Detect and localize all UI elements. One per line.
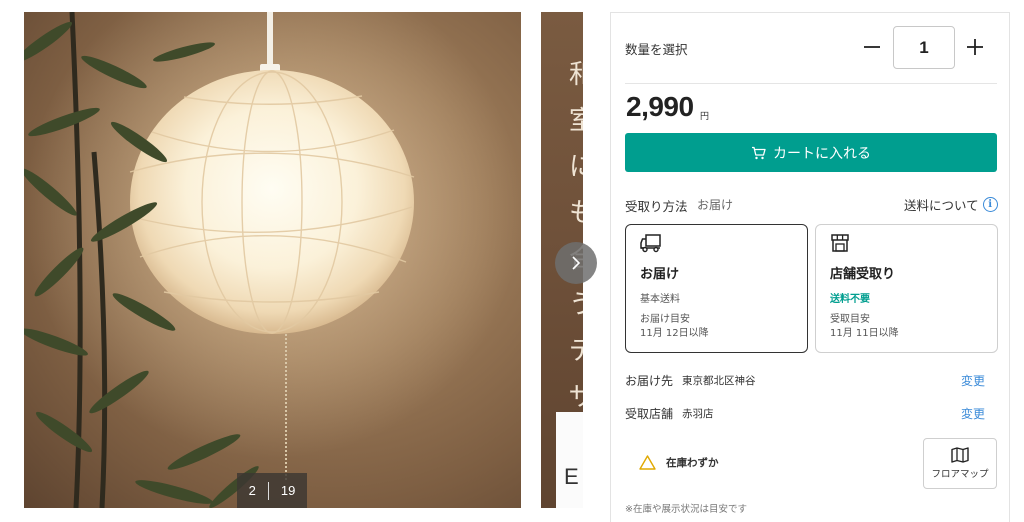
destination-label: お届け先 [625,374,674,388]
store-pickup-option-fee: 送料不要 [830,294,870,305]
quantity-decrease-button[interactable] [860,35,884,59]
destination-value: 東京都北区神谷 [682,375,756,387]
floor-map-label: フロアマップ [931,469,989,480]
lantern-photo-illustration [24,12,521,508]
stock-status: 在庫わずか [639,455,719,470]
delivery-option-card[interactable]: お届け 基本送料 お届け目安 11月 12日以降 [625,224,808,353]
next-photo-card-text: E [564,464,579,489]
next-photo-card: E [556,412,583,508]
add-to-cart-label: カートに入れる [773,145,871,162]
cart-icon [752,146,766,159]
delivery-eta-label: お届け目安 [640,314,690,325]
store-icon [830,233,850,257]
stock-disclaimer: ※在庫や展示状況は目安です [625,504,747,515]
product-image-gallery: 和室にも合うデザイン E 2 19 [0,0,600,522]
shipping-info-link[interactable]: 送料について i [904,195,998,214]
store-pickup-option-card[interactable]: 店舗受取り 送料不要 受取目安 11月 11日以降 [815,224,998,353]
image-counter-divider [267,481,269,500]
delivery-option-fee: 基本送料 [640,294,680,305]
price-currency: 円 [700,112,710,122]
map-icon [951,447,969,463]
next-image-button[interactable] [555,242,597,284]
image-counter: 2 19 [237,473,307,508]
truck-icon [640,233,662,257]
change-destination-link[interactable]: 変更 [961,372,985,389]
minus-icon [864,46,880,48]
divider [625,83,997,84]
change-store-link[interactable]: 変更 [961,405,985,422]
quantity-increase-button[interactable] [963,35,987,59]
purchase-panel: 数量を選択 1 2,990 円 カートに入れる 受取り方法 お届け 送料について… [610,12,1010,522]
pickup-store-label: 受取店舗 [625,407,674,421]
receive-method-label: 受取り方法 [625,199,688,214]
shipping-info-label: 送料について [904,198,979,213]
stock-status-text: 在庫わずか [666,457,719,469]
image-counter-current: 2 [248,483,256,498]
add-to-cart-button[interactable]: カートに入れる [625,133,997,172]
product-photo-paper-lantern[interactable] [24,12,521,508]
delivery-option-title: お届け [640,267,680,282]
info-icon: i [982,197,998,212]
delivery-eta-date: 11月 12日以降 [640,328,709,339]
warning-icon [639,455,656,470]
receive-method-selected: お届け [697,198,734,212]
pickup-eta-label: 受取目安 [830,314,870,325]
chevron-right-icon [572,256,581,270]
floor-map-button[interactable]: フロアマップ [923,438,997,489]
image-counter-total: 19 [280,483,296,498]
pickup-eta-date: 11月 11日以降 [830,328,899,339]
plus-icon [967,39,983,55]
quantity-input[interactable]: 1 [893,26,955,69]
store-pickup-option-title: 店舗受取り [830,267,896,282]
quantity-label: 数量を選択 [625,42,688,57]
price-amount: 2,990 [626,91,694,122]
pickup-store-value: 赤羽店 [682,408,714,420]
